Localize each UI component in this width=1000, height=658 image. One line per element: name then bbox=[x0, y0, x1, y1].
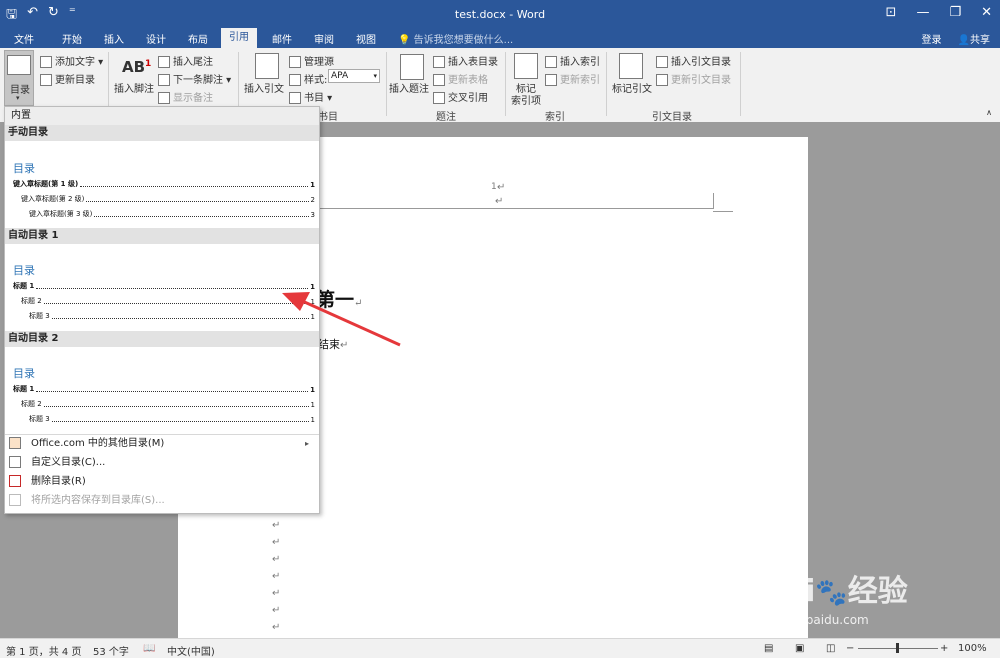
zoom-slider-thumb[interactable] bbox=[896, 643, 899, 653]
word-count[interactable]: 53 个字 bbox=[93, 643, 129, 658]
zoom-out-button[interactable]: − bbox=[846, 643, 854, 654]
watermark: Bai🐾经验 jingyan.baidu.com bbox=[748, 548, 948, 638]
baidu-logo: Bai🐾经验 bbox=[762, 574, 908, 609]
language[interactable]: 中文(中国) bbox=[167, 643, 215, 658]
web-layout-icon[interactable]: ◫ bbox=[826, 643, 835, 654]
proofing-icon[interactable]: 📖 bbox=[143, 643, 155, 654]
zoom-level[interactable]: 100% bbox=[958, 643, 987, 654]
read-mode-icon[interactable]: ▤ bbox=[764, 643, 773, 654]
arrow-shaft bbox=[299, 298, 401, 347]
watermark-url: jingyan.baidu.com bbox=[758, 613, 869, 627]
page-count[interactable]: 第 1 页，共 4 页 bbox=[6, 643, 81, 658]
zoom-in-button[interactable]: + bbox=[940, 643, 948, 654]
status-bar: 第 1 页，共 4 页 53 个字 📖 中文(中国) ▤ ▣ ◫ − + 100… bbox=[0, 638, 1000, 658]
print-layout-icon[interactable]: ▣ bbox=[795, 643, 804, 654]
